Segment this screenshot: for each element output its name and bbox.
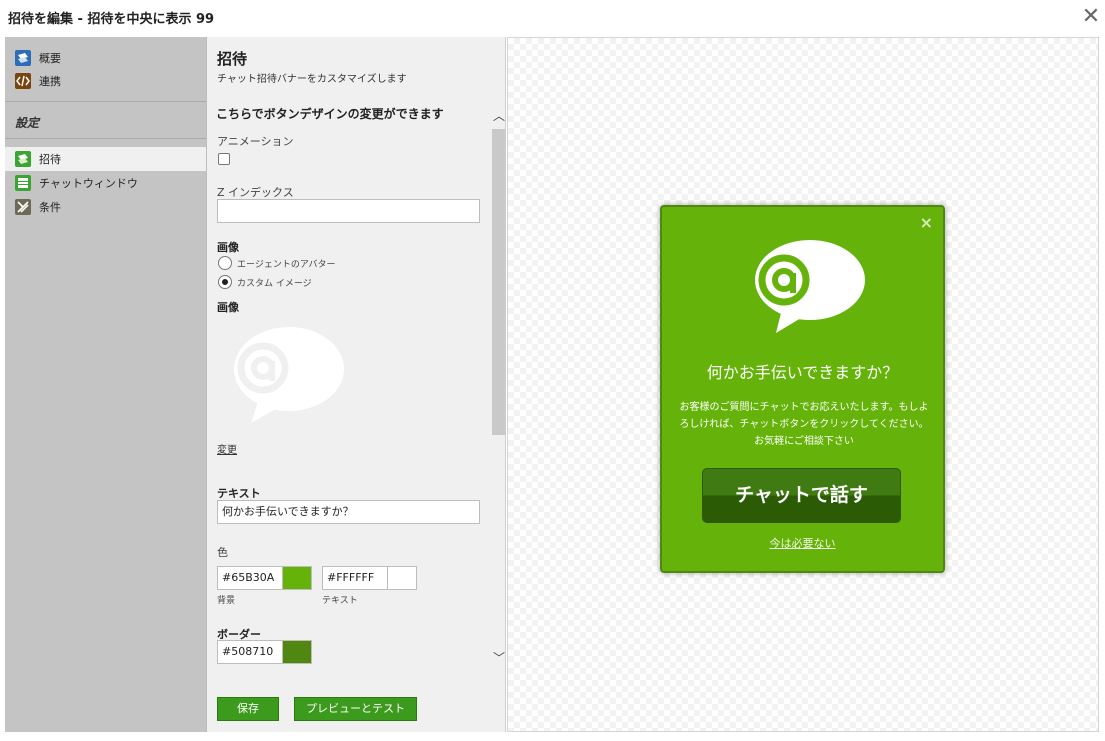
- sidebar-item-overview[interactable]: 概要: [15, 48, 61, 68]
- text-label: テキスト: [217, 487, 261, 500]
- banner-chat-button[interactable]: チャットで話す: [702, 468, 901, 523]
- invite-icon: [15, 151, 31, 167]
- banner-close-icon[interactable]: ×: [920, 213, 933, 232]
- dialog-titlebar: 招待を編集 - 招待を中央に表示 99 ✕: [0, 0, 1105, 37]
- save-button[interactable]: 保存: [217, 697, 279, 721]
- sidebar-item-label: 連携: [39, 75, 61, 88]
- sidebar-section-header: 設定: [15, 116, 40, 130]
- animation-checkbox[interactable]: [218, 153, 230, 165]
- banner-body-text: お客様のご質問にチャットでお応えいたします。もしよろしければ、チャットボタンをク…: [679, 402, 929, 447]
- image-option-custom-label: カスタム イメージ: [237, 279, 312, 289]
- bg-color-swatch[interactable]: [282, 566, 312, 590]
- scroll-down-icon[interactable]: ﹀: [492, 651, 505, 665]
- text-input[interactable]: 何かお手伝いできますか？: [217, 500, 480, 524]
- sidebar-item-invite[interactable]: 招待: [15, 149, 61, 169]
- sidebar: 概要 連携 設定 招待 チャットウィンドウ 条件: [5, 37, 206, 732]
- image-preview-label: 画像: [217, 301, 239, 314]
- border-color-input[interactable]: #508710: [217, 640, 283, 664]
- form-heading: こちらでボタンデザインの変更ができます: [216, 107, 444, 121]
- text-color-caption: テキスト: [322, 596, 358, 606]
- close-icon[interactable]: ✕: [1080, 6, 1102, 28]
- sidebar-item-integration[interactable]: 連携: [15, 71, 61, 91]
- overview-icon: [15, 50, 31, 66]
- sidebar-item-label: 概要: [39, 52, 61, 65]
- bg-color-caption: 背景: [217, 596, 236, 606]
- image-option-avatar-radio[interactable]: [218, 256, 232, 270]
- code-icon: [15, 73, 31, 89]
- sidebar-item-label: 条件: [39, 201, 61, 214]
- chat-bubble-icon: [742, 235, 867, 339]
- text-color-input[interactable]: #FFFFFF: [322, 566, 388, 590]
- form-subtitle: チャット招待バナーをカスタマイズします: [217, 74, 407, 85]
- invite-banner: × 何かお手伝いできますか？ お客様のご質問にチャットでお応えいたします。もしよ…: [660, 205, 945, 573]
- zindex-label: Z インデックス: [217, 186, 294, 199]
- banner-dismiss-link[interactable]: 今は必要ない: [662, 535, 943, 551]
- sidebar-item-label: 招待: [39, 153, 61, 166]
- image-option-custom-radio[interactable]: [218, 275, 232, 289]
- form-title: 招待: [217, 50, 248, 68]
- zindex-input[interactable]: [217, 199, 480, 223]
- dialog-title: 招待を編集 - 招待を中央に表示 99: [8, 12, 215, 27]
- scroll-up-icon[interactable]: ︿: [492, 109, 505, 123]
- banner-headline: 何かお手伝いできますか？: [706, 363, 899, 382]
- sidebar-item-label: チャットウィンドウ: [39, 177, 138, 190]
- bg-color-input[interactable]: #65B30A: [217, 566, 283, 590]
- image-label: 画像: [217, 241, 239, 254]
- sidebar-item-chat-window[interactable]: チャットウィンドウ: [15, 173, 138, 193]
- text-color-swatch[interactable]: [387, 566, 417, 590]
- border-color-swatch[interactable]: [282, 640, 312, 664]
- animation-label: アニメーション: [217, 135, 294, 148]
- change-image-link[interactable]: 変更: [217, 441, 237, 456]
- preview-test-button[interactable]: プレビューとテスト: [294, 697, 417, 721]
- settings-form: 招待 チャット招待バナーをカスタマイズします こちらでボタンデザインの変更ができ…: [206, 37, 506, 732]
- sidebar-divider: [5, 101, 206, 102]
- chat-window-icon: [15, 175, 31, 191]
- sidebar-divider: [5, 138, 206, 139]
- conditions-icon: [15, 199, 31, 215]
- preview-canvas: × 何かお手伝いできますか？ お客様のご質問にチャットでお応えいたします。もしよ…: [507, 37, 1099, 732]
- sidebar-item-conditions[interactable]: 条件: [15, 197, 61, 217]
- image-option-avatar-label: エージェントのアバター: [237, 260, 336, 270]
- color-label: 色: [217, 546, 228, 559]
- chat-bubble-image-icon: [221, 321, 346, 430]
- scroll-thumb[interactable]: [492, 129, 505, 435]
